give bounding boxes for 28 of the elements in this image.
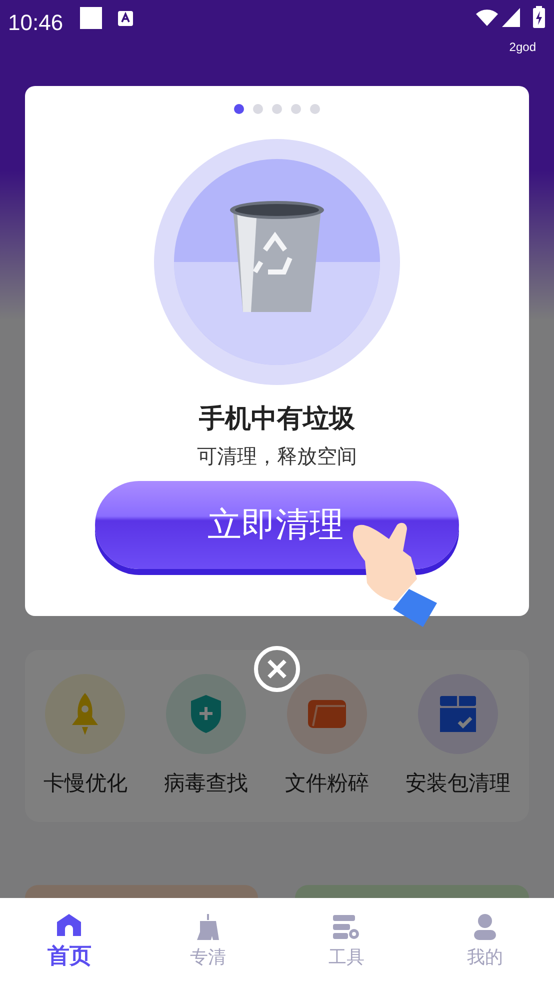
tool-label[interactable]: 卡慢优化 (43, 768, 128, 800)
server-gear-icon (333, 914, 360, 940)
package-check-icon (439, 695, 478, 733)
carrier-label: 2god (509, 39, 536, 56)
broom-icon (196, 914, 220, 940)
nav-tab[interactable]: 首页 (0, 898, 138, 984)
nav-tab[interactable]: 工具 (277, 898, 416, 984)
dialog-title: 手机中有垃圾 (199, 403, 355, 436)
folder-icon (306, 698, 347, 730)
signal-icon (502, 8, 520, 27)
home-icon (57, 914, 82, 936)
tool-label[interactable]: 安装包清理 (406, 768, 511, 800)
battery-charging-icon (533, 6, 545, 28)
shield-plus-icon (189, 694, 224, 734)
clean-now-button[interactable]: 立即清理 (95, 481, 459, 569)
notification-square-icon (80, 7, 102, 29)
keyboard-a-icon (118, 11, 133, 26)
close-icon (267, 659, 287, 679)
tool-label[interactable]: 文件粉碎 (284, 768, 369, 800)
person-icon (472, 914, 497, 940)
rocket-icon (70, 691, 100, 737)
tool-label[interactable]: 病毒查找 (164, 768, 248, 800)
nav-tab[interactable]: 我的 (416, 898, 554, 984)
wifi-icon (476, 9, 498, 26)
dialog-subtitle: 可清理，释放空间 (197, 443, 357, 470)
nav-tab[interactable]: 专清 (138, 898, 277, 984)
clock: 10:46 (8, 9, 64, 37)
close-button[interactable] (254, 646, 300, 692)
